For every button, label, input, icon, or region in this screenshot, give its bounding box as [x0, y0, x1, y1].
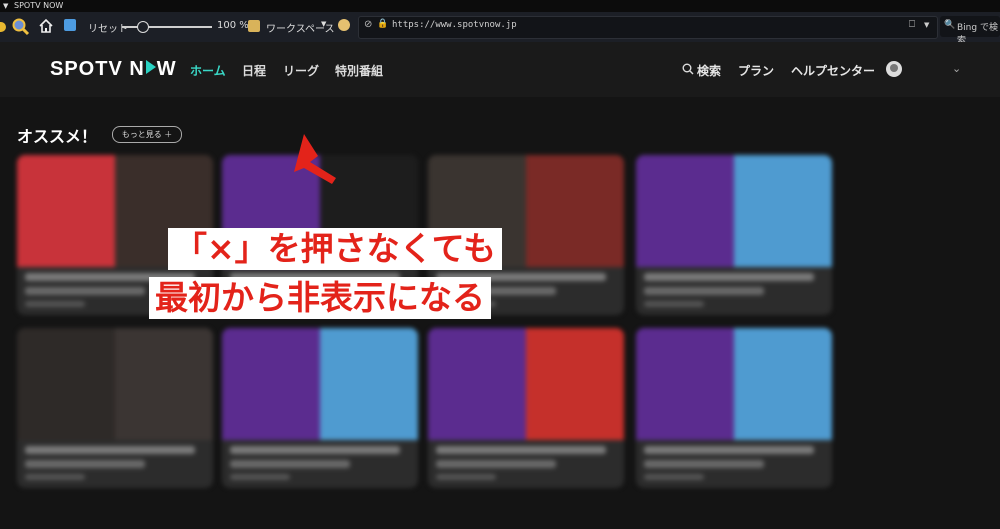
url-text[interactable]: https://www.spotvnow.jp	[392, 20, 517, 30]
content-card[interactable]	[17, 328, 213, 488]
nav-league[interactable]: リーグ	[283, 62, 319, 79]
search-box-icon: 🔍	[944, 20, 956, 30]
status-dot-icon	[0, 22, 6, 32]
logo-play-icon	[145, 60, 156, 74]
card-text-placeholder	[25, 446, 195, 454]
card-text-placeholder	[644, 287, 764, 295]
workspace-icon[interactable]	[248, 20, 260, 32]
search-icon[interactable]	[682, 63, 694, 75]
more-button[interactable]: もっと見る ＋	[112, 126, 182, 143]
content-card[interactable]	[428, 328, 624, 488]
card-thumbnail	[428, 328, 624, 440]
card-text-placeholder	[644, 446, 814, 454]
card-text-placeholder	[436, 446, 606, 454]
card-text-placeholder	[230, 460, 350, 468]
annotation-line-2: 最初から非表示になる	[149, 277, 491, 319]
zoom-icon[interactable]	[12, 18, 30, 36]
url-dropdown-icon[interactable]: ▼	[924, 21, 929, 29]
bookmark-icon[interactable]: ⎕	[909, 19, 915, 30]
window-title: SPOTV NOW	[14, 1, 64, 10]
card-text-placeholder	[644, 273, 814, 281]
content-card[interactable]	[636, 328, 832, 488]
window-titlebar: ▼ SPOTV NOW	[0, 0, 1000, 12]
plan-link[interactable]: プラン	[738, 62, 774, 79]
card-text-placeholder	[644, 301, 704, 307]
lock-icon[interactable]: 🔒	[377, 19, 388, 29]
card-text-placeholder	[644, 460, 764, 468]
content-card[interactable]	[636, 155, 832, 315]
card-text-placeholder	[25, 287, 145, 295]
card-text-placeholder	[230, 474, 290, 480]
section-title: オススメ！	[17, 127, 98, 146]
refresh-icon[interactable]	[64, 19, 76, 31]
zoom-slider-knob[interactable]	[137, 21, 149, 33]
card-thumbnail	[17, 328, 213, 440]
spotv-now-logo[interactable]: SPOTV N W	[50, 58, 177, 81]
card-text-placeholder	[25, 460, 145, 468]
shield-icon[interactable]: ⊘	[364, 19, 372, 30]
avatar[interactable]	[886, 61, 902, 77]
nav-special[interactable]: 特別番組	[335, 62, 383, 79]
card-text-placeholder	[644, 474, 704, 480]
home-icon[interactable]	[38, 18, 54, 34]
card-text-placeholder	[436, 474, 496, 480]
zoom-level: 100 %	[217, 20, 249, 31]
annotation-line-1: 「×」を押さなくても	[168, 228, 503, 270]
profile-icon[interactable]	[338, 19, 350, 31]
card-text-placeholder	[436, 460, 556, 468]
help-center-link[interactable]: ヘルプセンター	[791, 62, 875, 79]
card-thumbnail	[636, 328, 832, 440]
logo-text-end: W	[156, 58, 177, 80]
card-text-placeholder	[25, 474, 85, 480]
logo-text: SPOTV N	[50, 58, 145, 80]
chevron-down-icon[interactable]: ⌄	[952, 62, 961, 75]
zoom-slider[interactable]	[122, 26, 212, 28]
nav-home[interactable]: ホーム	[190, 62, 226, 79]
card-thumbnail	[636, 155, 832, 267]
card-text-placeholder	[25, 301, 85, 307]
card-text-placeholder	[230, 446, 400, 454]
workspace-dropdown-icon[interactable]: ▼	[321, 20, 326, 28]
triangle-icon: ▼	[3, 2, 9, 10]
annotation-arrow-icon	[294, 134, 336, 184]
search-link[interactable]: 検索	[697, 62, 721, 79]
card-thumbnail	[222, 328, 418, 440]
nav-schedule[interactable]: 日程	[242, 62, 266, 79]
browser-toolbar: リセット 100 % ワークスペース ▼ ⊘ 🔒 https://www.spo…	[0, 12, 1000, 46]
content-card[interactable]	[222, 328, 418, 488]
